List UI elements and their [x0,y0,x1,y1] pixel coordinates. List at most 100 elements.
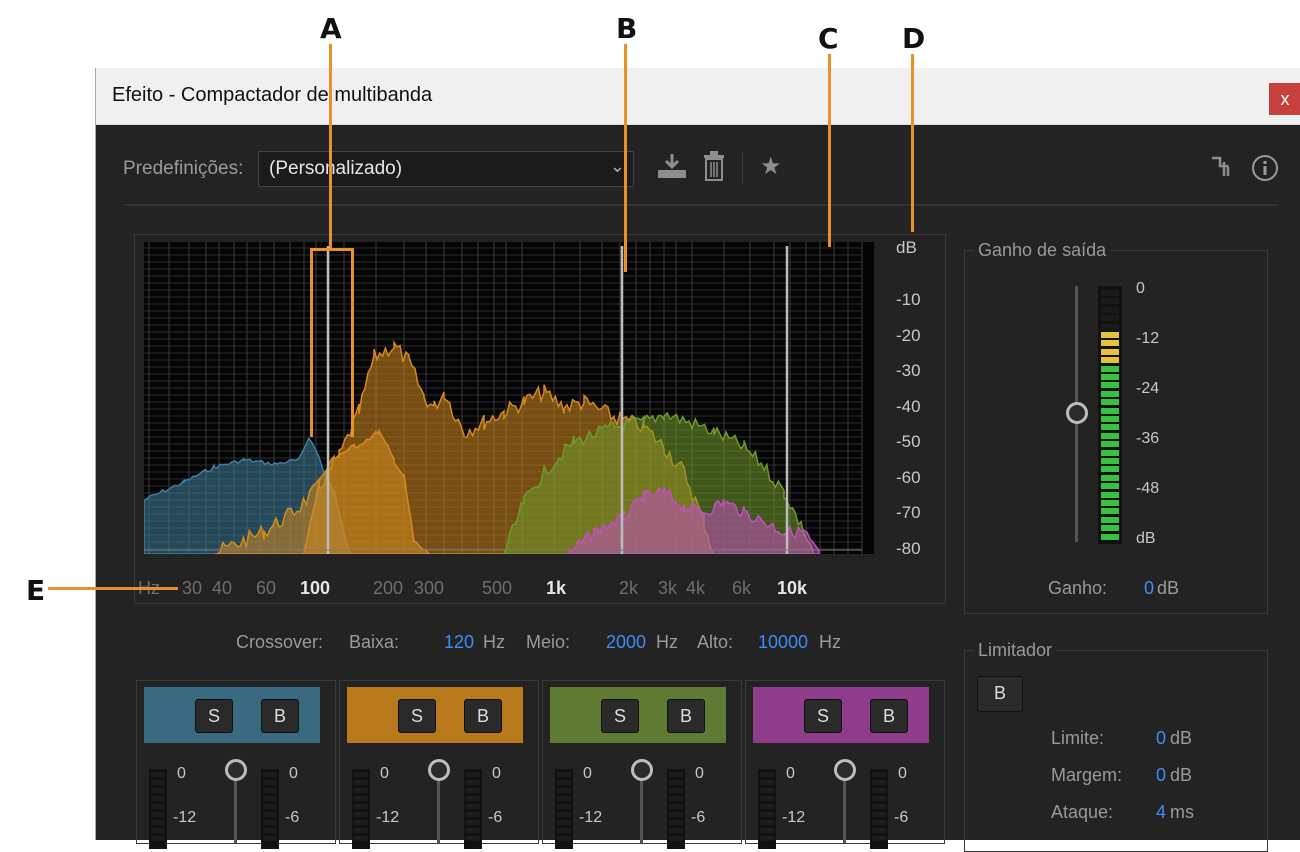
callout-a-bracket [310,248,354,437]
band-input-scale-label: -12 [173,809,197,826]
presets-dropdown[interactable]: (Personalizado) ⌄ [258,151,634,187]
band-output-scale-label: 0 [492,765,501,782]
meter-segment [760,772,774,777]
limiter-param-label: Margem: [1051,765,1123,785]
meter-segment [1101,315,1119,322]
toolbar-divider [742,152,743,184]
meter-segment [669,812,683,817]
band-solo-button[interactable]: S [601,699,639,733]
meter-segment [760,836,774,841]
trash-icon[interactable] [702,150,726,189]
meter-segment [1101,357,1119,364]
meter-segment [1101,306,1119,313]
meter-segment [557,812,571,817]
crossover-high-value[interactable]: 10000 [758,632,808,653]
crossover-mid-label: Meio: [526,632,571,652]
band-input-meter [555,769,573,849]
band-input-scale-label: -12 [579,809,603,826]
band-bypass-button[interactable]: B [261,699,299,733]
spectrum-display[interactable] [143,242,874,555]
band-bypass-button[interactable]: B [870,699,908,733]
meter-segment [1101,382,1119,389]
band-gain-slider-knob[interactable] [834,759,856,781]
close-button[interactable]: x [1269,83,1300,115]
band-bypass-button[interactable]: B [667,699,705,733]
band-gain-slider-track[interactable] [234,777,237,843]
meter-segment [1101,474,1119,481]
frequency-tick-label: 100 [300,578,331,598]
meter-segment [1101,416,1119,422]
limiter-param-unit: ms [1170,802,1194,822]
band-gain-slider-track[interactable] [437,777,440,843]
meter-segment [669,796,683,801]
limiter-bypass-button[interactable]: B [977,676,1023,712]
output-gain-slider-knob[interactable] [1066,402,1088,424]
meter-segment [872,804,886,809]
limiter-param-label: Ataque: [1051,802,1114,822]
meter-segment [1101,374,1119,380]
db-tick-label: -30 [896,361,921,380]
meter-segment [1101,340,1119,347]
limiter-param-value[interactable]: 4 [1156,802,1166,823]
band-gain-slider-track[interactable] [843,777,846,843]
crossover-mid-value[interactable]: 2000 [606,632,646,653]
limiter-param-value[interactable]: 0 [1156,728,1166,749]
meter-segment [466,772,480,777]
band-gain-slider-knob[interactable] [428,759,450,781]
band-gain-slider-knob[interactable] [225,759,247,781]
download-icon[interactable] [656,152,688,187]
presets-value: (Personalizado) [269,158,403,179]
meter-segment [466,788,480,793]
meter-segment [263,804,277,809]
routing-icon[interactable] [1210,154,1234,187]
meter-segment [151,820,165,825]
meter-segment [151,836,165,841]
meter-segment [151,828,165,833]
band-gain-slider-knob[interactable] [631,759,653,781]
frequency-tick-label: 500 [482,578,513,598]
meter-segment [263,820,277,825]
meter-segment [354,796,368,801]
meter-segment [760,780,774,785]
band-solo-button[interactable]: S [398,699,436,733]
band-panel: S B 0 -12 0 -6 [339,680,539,849]
effect-window: Efeito - Compactador de multibanda x Pre… [95,68,1300,852]
band-solo-button[interactable]: S [195,699,233,733]
meter-segment [557,796,571,801]
meter-segment [760,812,774,817]
band-gain-slider-track[interactable] [640,777,643,843]
meter-segment [466,820,480,825]
meter-segment [669,780,683,785]
meter-segment [1101,323,1119,330]
meter-segment [263,812,277,817]
meter-segment [354,820,368,825]
band-input-meter [758,769,776,849]
star-icon[interactable]: ★ [760,152,782,181]
meter-segment [872,828,886,833]
band-panel: S B 0 -12 0 -6 [745,680,945,849]
output-gain-value[interactable]: 0 [1144,578,1154,599]
meter-segment [466,780,480,785]
band-output-scale-label: -6 [488,809,503,826]
meter-segment [354,788,368,793]
meter-segment [1101,483,1119,490]
band-input-scale-label: 0 [380,765,389,782]
db-tick-label: -40 [896,396,921,416]
meter-segment [669,772,683,777]
band-input-scale-label: 0 [583,765,592,782]
crossover-label: Crossover: [236,632,324,652]
limiter-param-unit: dB [1170,728,1193,748]
limiter-param-value[interactable]: 0 [1156,765,1166,786]
crossover-low-value[interactable]: 120 [444,632,474,653]
callout-d-line [911,54,914,232]
meter-segment [1101,298,1119,305]
band-solo-button[interactable]: S [804,699,842,733]
callout-c-line [828,54,831,247]
meter-segment [1101,424,1119,431]
info-icon[interactable] [1251,154,1279,189]
meter-segment [263,772,277,777]
meter-segment [872,780,886,785]
band-output-scale-label: 0 [289,765,298,782]
band-bypass-button[interactable]: B [464,699,502,733]
band-output-scale-label: -6 [285,809,300,826]
